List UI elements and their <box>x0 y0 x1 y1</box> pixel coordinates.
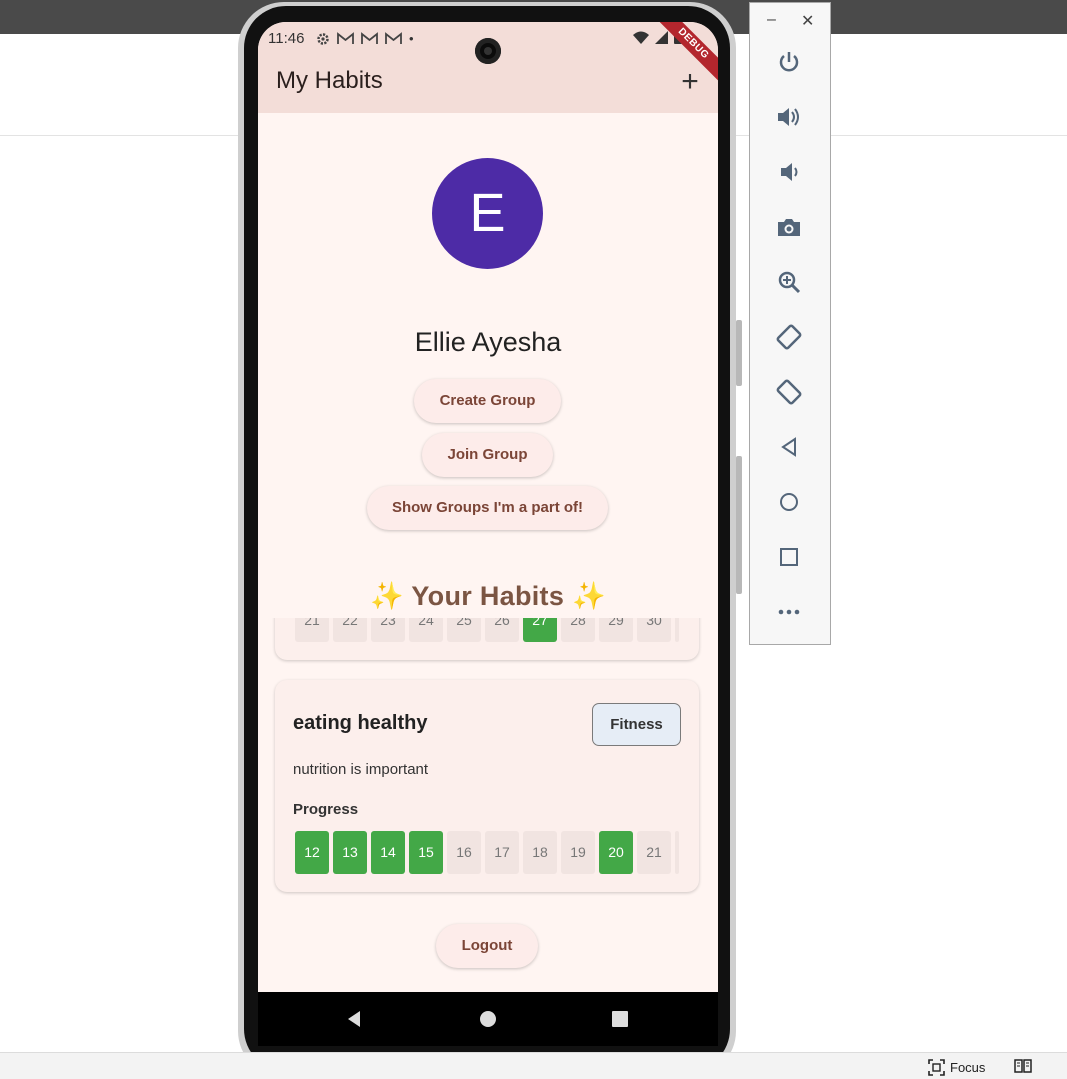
progress-day[interactable]: 27 <box>523 618 557 642</box>
progress-day[interactable]: 21 <box>295 618 329 642</box>
gmail-icon <box>361 32 378 44</box>
progress-day[interactable]: 24 <box>409 618 443 642</box>
status-notification-icons: • <box>316 31 414 46</box>
home-icon <box>780 493 798 511</box>
progress-day[interactable]: 29 <box>599 618 633 642</box>
progress-day[interactable]: 15 <box>409 831 443 874</box>
show-groups-button[interactable]: Show Groups I'm a part of! <box>367 486 608 530</box>
taskbar: Focus <box>0 1052 1067 1079</box>
avatar: E <box>432 158 543 269</box>
minimize-button[interactable]: – <box>767 11 776 29</box>
emulator-home-button[interactable] <box>774 487 804 517</box>
volume-up-button[interactable] <box>774 102 804 132</box>
progress-day[interactable]: 20 <box>599 831 633 874</box>
progress-day[interactable]: 16 <box>447 831 481 874</box>
habit-title: eating healthy <box>293 712 428 734</box>
phone-screen: 11:46 • DEBUG My Habits + E Ellie Ayesha… <box>258 22 718 1046</box>
app-bar: 11:46 • DEBUG My Habits + <box>258 22 718 113</box>
more-button[interactable] <box>774 597 804 627</box>
gmail-icon <box>337 32 354 44</box>
phone-side-button <box>736 320 742 386</box>
progress-day[interactable]: 19 <box>561 831 595 874</box>
progress-day[interactable]: 18 <box>523 831 557 874</box>
overview-icon <box>780 548 798 566</box>
android-nav-bar <box>258 992 718 1046</box>
progress-day-row: 12 13 14 15 16 17 18 19 20 21 <box>295 831 679 874</box>
emulator-back-button[interactable] <box>774 432 804 462</box>
power-button[interactable] <box>774 47 804 77</box>
progress-day[interactable]: 23 <box>371 618 405 642</box>
power-icon <box>779 52 799 72</box>
progress-day[interactable]: 22 <box>333 618 367 642</box>
habits-heading: ✨ Your Habits ✨ <box>258 580 718 612</box>
progress-day[interactable]: 26 <box>485 618 519 642</box>
close-button[interactable]: ✕ <box>801 11 814 31</box>
progress-day[interactable]: 21 <box>637 831 671 874</box>
add-habit-button[interactable]: + <box>676 67 704 97</box>
wifi-icon <box>633 31 649 44</box>
settings-icon <box>317 32 329 45</box>
app-title: My Habits <box>276 67 383 94</box>
zoom-icon <box>778 271 801 294</box>
back-icon[interactable] <box>344 1009 364 1029</box>
focus-button[interactable]: Focus <box>928 1058 985 1076</box>
status-time: 11:46 <box>268 30 305 47</box>
phone-side-button <box>736 456 742 594</box>
more-icon <box>778 609 800 615</box>
gmail-icon <box>385 32 402 44</box>
volume-down-button[interactable] <box>774 157 804 187</box>
create-group-button[interactable]: Create Group <box>414 379 561 423</box>
progress-day[interactable]: 30 <box>637 618 671 642</box>
status-dot: • <box>409 31 414 46</box>
habit-list[interactable]: 21 22 23 24 25 26 27 28 29 30 eating healthy Fitn… <box>258 618 718 992</box>
progress-day-overflow <box>675 618 679 642</box>
home-icon[interactable] <box>478 1009 498 1029</box>
rotate-left-button[interactable] <box>774 322 804 352</box>
rotate-right-icon <box>776 379 802 405</box>
habit-card: eating healthy Fitness nutrition is impo… <box>275 680 699 892</box>
sparkle-icon: ✨ <box>370 581 405 611</box>
progress-day[interactable]: 17 <box>485 831 519 874</box>
habits-heading-text: Your Habits <box>411 581 565 611</box>
volume-up-icon <box>778 108 799 126</box>
habit-description: nutrition is important <box>293 761 429 778</box>
rotate-left-icon <box>776 324 802 350</box>
rotate-right-button[interactable] <box>774 377 804 407</box>
sparkle-icon: ✨ <box>571 581 606 611</box>
zoom-button[interactable] <box>774 267 804 297</box>
recents-icon[interactable] <box>610 1009 630 1029</box>
progress-day[interactable]: 13 <box>333 831 367 874</box>
logout-button[interactable]: Logout <box>436 924 538 968</box>
habit-card: 21 22 23 24 25 26 27 28 29 30 <box>275 618 699 660</box>
progress-day-overflow <box>675 831 679 874</box>
progress-day[interactable]: 14 <box>371 831 405 874</box>
category-chip[interactable]: Fitness <box>592 703 681 746</box>
screenshot-button[interactable] <box>774 212 804 242</box>
progress-day[interactable]: 25 <box>447 618 481 642</box>
signal-icon <box>655 30 668 44</box>
back-icon <box>781 437 796 457</box>
join-group-button[interactable]: Join Group <box>422 433 553 477</box>
progress-day[interactable]: 12 <box>295 831 329 874</box>
camera-icon <box>778 219 800 236</box>
volume-down-icon <box>781 163 798 181</box>
emulator-overview-button[interactable] <box>774 542 804 572</box>
front-camera <box>475 38 501 64</box>
focus-icon <box>928 1058 945 1076</box>
emulator-toolbar: – ✕ <box>749 2 831 645</box>
toolbar-window-controls: – ✕ <box>750 3 830 37</box>
reading-view-icon[interactable] <box>1014 1058 1032 1074</box>
focus-label: Focus <box>950 1059 986 1075</box>
progress-label: Progress <box>293 801 359 818</box>
user-name: Ellie Ayesha <box>414 327 562 357</box>
progress-day[interactable]: 28 <box>561 618 595 642</box>
progress-day-row: 21 22 23 24 25 26 27 28 29 30 <box>295 618 679 642</box>
